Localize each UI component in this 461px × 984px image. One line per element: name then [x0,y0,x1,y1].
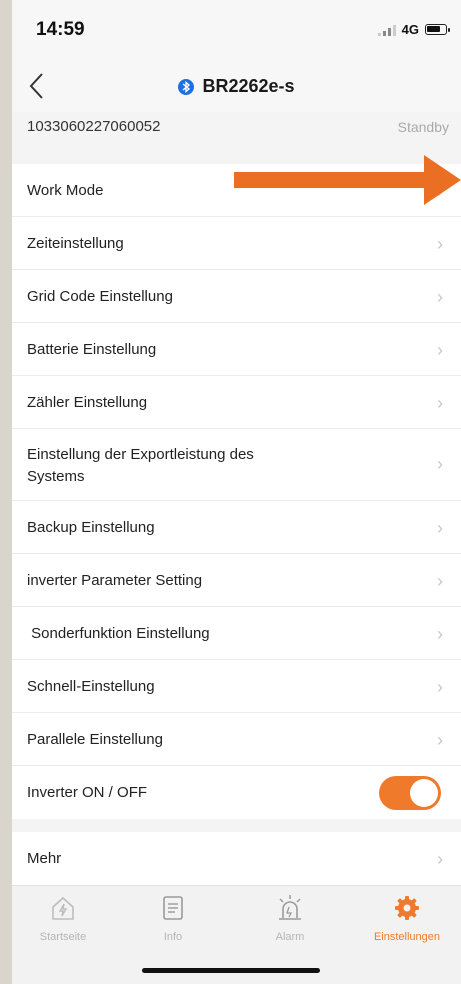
settings-item-label: Parallele Einstellung [27,731,163,748]
tab-einstellungen[interactable]: Einstellungen [362,894,452,943]
settings-item-backup[interactable]: Backup Einstellung › [12,501,461,554]
tab-startseite[interactable]: Startseite [18,894,108,943]
tab-info[interactable]: Info [128,894,218,943]
settings-item-meter[interactable]: Zähler Einstellung › [12,376,461,429]
settings-item-label: inverter Parameter Setting [27,572,203,589]
settings-item-label: Grid Code Einstellung [27,288,173,305]
settings-item-label: Sonderfunktion Einstellung [27,625,210,642]
chevron-right-icon: › [437,340,443,360]
settings-item-grid-code[interactable]: Grid Code Einstellung › [12,270,461,323]
inverter-toggle-switch[interactable] [379,776,441,810]
tab-label: Einstellungen [373,931,441,943]
chevron-right-icon: › [437,393,443,413]
settings-item-label: Einstellung der Exportleistung des Syste… [27,446,254,485]
status-bar: 14:59 4G [12,0,461,60]
settings-item-parallel[interactable]: Parallele Einstellung › [12,713,461,766]
chevron-right-icon: › [437,849,443,869]
chevron-right-icon: › [437,571,443,591]
settings-item-more[interactable]: Mehr › [12,832,461,885]
chevron-right-icon: › [437,234,443,254]
settings-list: Work Mode › Zeiteinstellung › Grid Code … [12,164,461,819]
settings-item-special-function[interactable]: Sonderfunktion Einstellung › [12,607,461,660]
device-status: Standby [397,119,449,135]
document-icon [163,896,183,920]
nav-title-group: BR2262e-s [12,76,461,97]
battery-icon [425,24,450,35]
tab-label: Alarm [275,931,305,943]
bluetooth-icon [178,78,195,95]
signal-icon [377,24,396,36]
inverter-toggle-row: Inverter ON / OFF [12,766,461,819]
chevron-right-icon: › [437,287,443,307]
alarm-icon [279,895,301,920]
home-bolt-icon [52,896,74,920]
phone-screen: 14:59 4G BR2262e-s 1033060227060052 Stan… [12,0,461,984]
chevron-right-icon: › [437,518,443,538]
inverter-toggle-label: Inverter ON / OFF [27,784,148,801]
settings-item-label: Batterie Einstellung [27,341,157,358]
home-indicator[interactable] [142,968,320,973]
chevron-right-icon: › [437,624,443,644]
toggle-knob [410,779,438,807]
chevron-right-icon: › [437,677,443,697]
more-section: Mehr › [12,832,461,885]
nav-bar: BR2262e-s [12,60,461,112]
settings-item-time[interactable]: Zeiteinstellung › [12,217,461,270]
device-info-row: 1033060227060052 Standby [12,112,461,146]
page-title: BR2262e-s [202,76,295,96]
annotation-arrow [234,155,461,205]
settings-item-label: Work Mode [27,182,104,199]
chevron-right-icon: › [437,454,443,474]
settings-item-label: Zeiteinstellung [27,235,124,252]
settings-item-label: Backup Einstellung [27,519,155,536]
network-type: 4G [401,22,419,37]
settings-item-label: Zähler Einstellung [27,394,148,411]
device-serial: 1033060227060052 [27,118,161,135]
settings-item-quick-setup[interactable]: Schnell-Einstellung › [12,660,461,713]
settings-item-label: Mehr [27,850,62,867]
gear-icon [395,896,419,920]
status-indicators: 4G [377,22,450,37]
settings-item-inverter-parameter[interactable]: inverter Parameter Setting › [12,554,461,607]
tab-label: Startseite [39,931,87,943]
chevron-right-icon: › [437,730,443,750]
tab-alarm[interactable]: Alarm [245,894,335,943]
tab-label: Info [163,931,183,943]
settings-item-battery[interactable]: Batterie Einstellung › [12,323,461,376]
settings-item-export-power[interactable]: Einstellung der Exportleistung des Syste… [12,429,461,501]
status-time: 14:59 [36,19,85,40]
settings-item-label: Schnell-Einstellung [27,678,155,695]
